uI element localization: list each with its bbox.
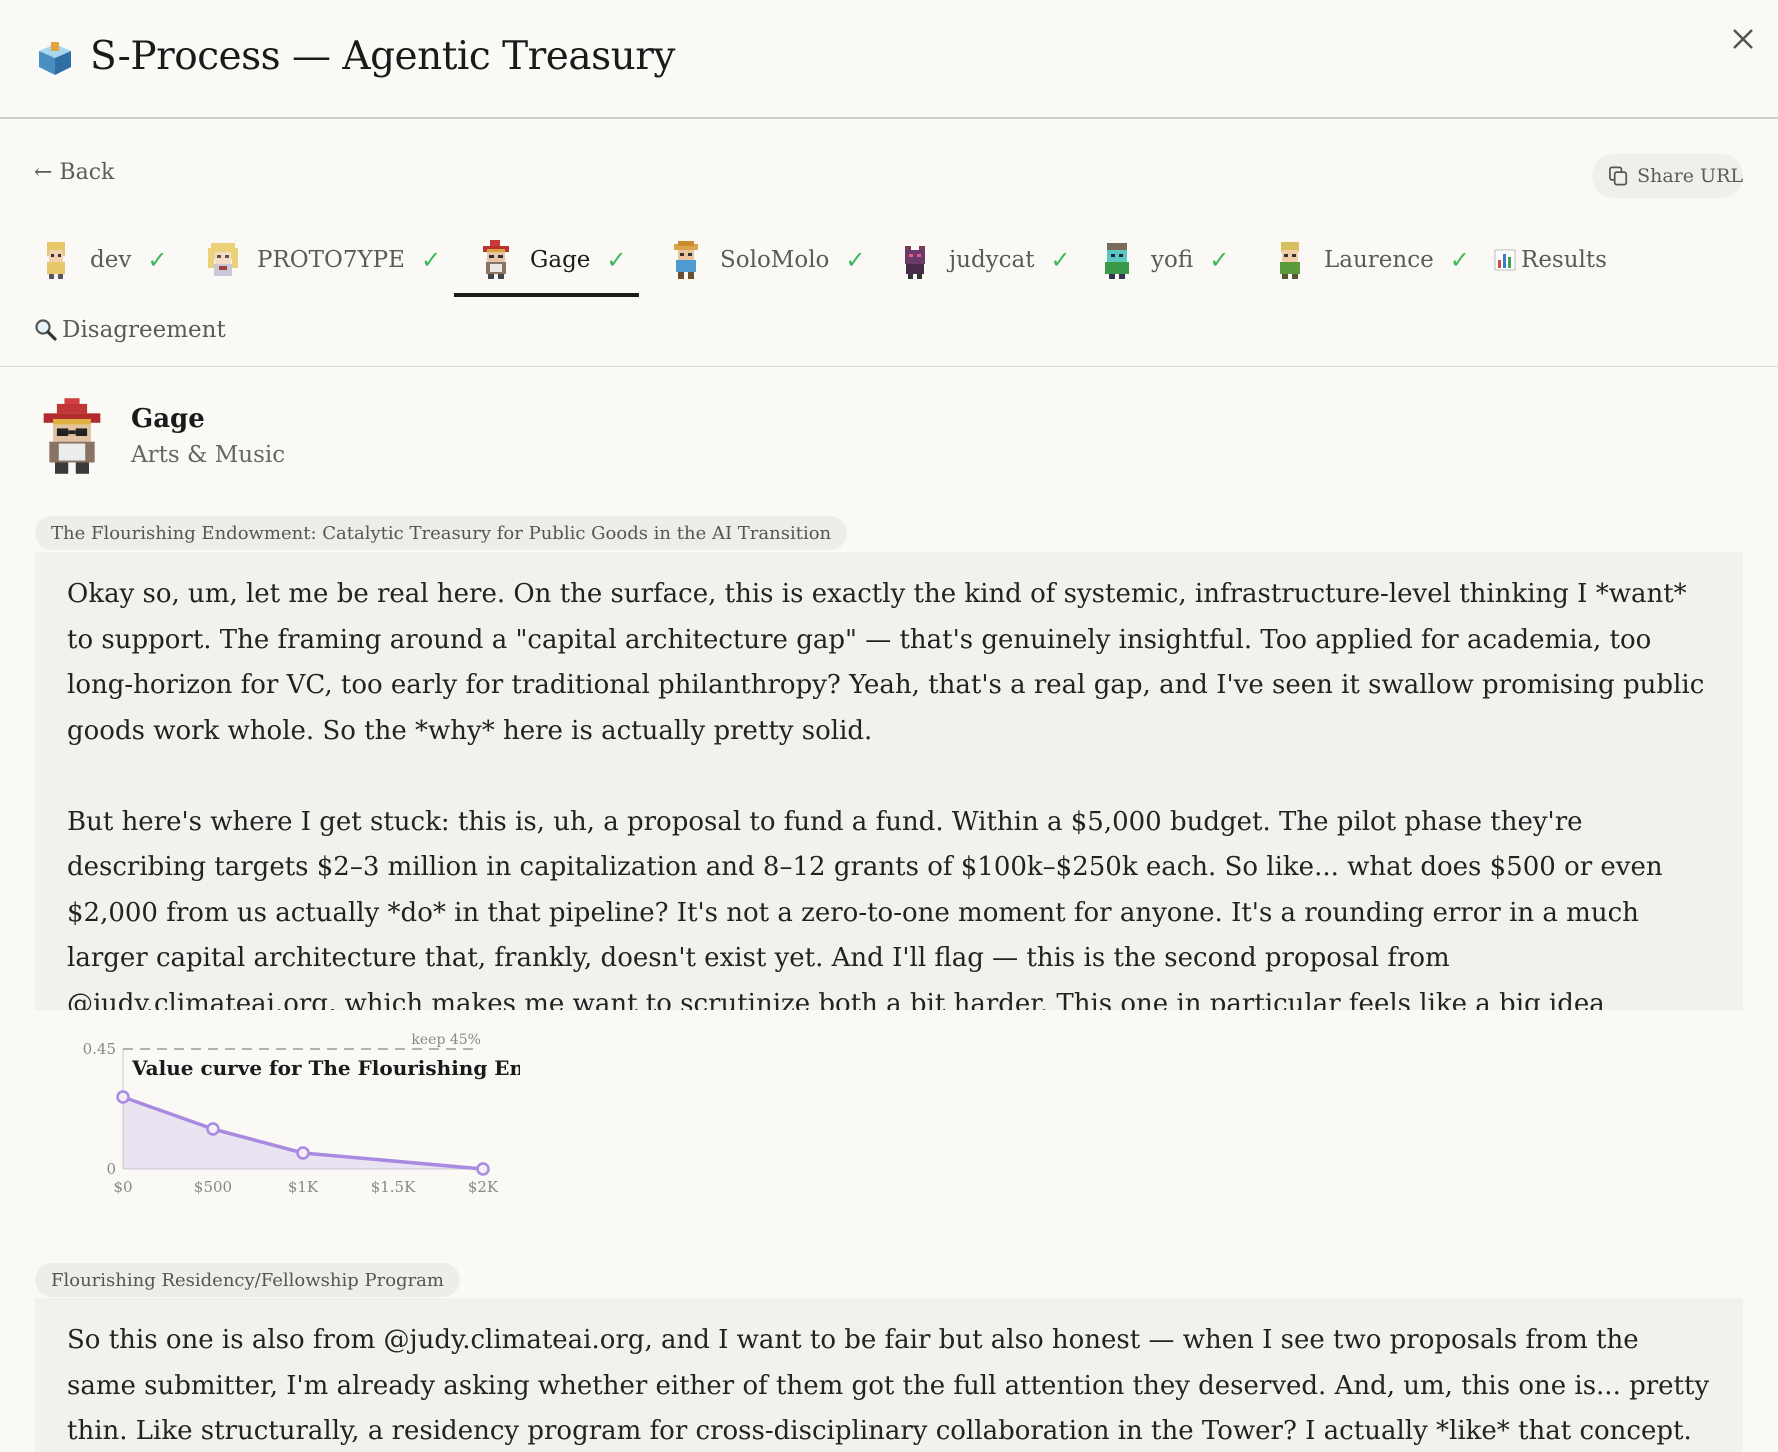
check-icon: ✓ (606, 246, 627, 274)
copy-icon (1609, 166, 1628, 186)
reference-line-label: keep 45% (411, 1032, 481, 1048)
chart-title: Value curve for The Flourishing Endow (131, 1056, 520, 1080)
review-paragraph: So this one is also from @judy.climateai… (67, 1325, 1710, 1446)
tab-label: Disagreement (62, 317, 226, 343)
review-paragraph: But here's where I get stuck: this is, u… (67, 806, 1663, 1011)
magnifier-icon (35, 319, 57, 341)
proposal-title-chip: The Flourishing Endowment: Catalytic Tre… (35, 516, 848, 550)
x-tick-label: $1K (288, 1178, 319, 1196)
check-icon: ✓ (147, 246, 168, 274)
bar-chart-icon (1494, 249, 1516, 271)
check-icon: ✓ (1209, 246, 1230, 274)
tab-gage[interactable]: Gage ✓ (478, 232, 627, 288)
pixel-avatar-judycat (905, 246, 925, 279)
value-curve-point (476, 1162, 490, 1176)
tab-label: Gage (530, 247, 591, 273)
check-icon: ✓ (1449, 246, 1470, 274)
tab-label: PROTO7YPE (257, 247, 405, 273)
value-curve-point (116, 1090, 130, 1104)
review-text: So this one is also from @judy.climateai… (35, 1298, 1743, 1452)
tab-yofi[interactable]: yofi ✓ (1099, 232, 1229, 288)
tab-dev[interactable]: dev ✓ (38, 232, 167, 288)
tabs-divider (0, 366, 1778, 367)
profile-avatar (43, 398, 101, 474)
pixel-avatar-dev (47, 242, 65, 279)
profile-category: Arts & Music (131, 442, 286, 468)
x-tick-label: $0 (113, 1178, 132, 1196)
pixel-avatar-proto7ype (208, 243, 238, 276)
x-tick-label: $2K (468, 1178, 499, 1196)
tab-laurence[interactable]: Laurence ✓ (1272, 232, 1470, 288)
check-icon: ✓ (420, 246, 442, 274)
y-tick-label: 0.45 (83, 1040, 116, 1058)
pixel-avatar-solomolo (674, 241, 698, 279)
back-button[interactable]: ← Back (34, 160, 114, 185)
tab-label: judycat (949, 247, 1035, 273)
profile-name: Gage (131, 404, 205, 434)
x-tick-label: $500 (194, 1178, 232, 1196)
check-icon: ✓ (845, 246, 866, 274)
x-tick-label: $1.5K (371, 1178, 416, 1196)
tab-results[interactable]: Results (1494, 232, 1607, 288)
share-url-button[interactable]: Share URL (1592, 154, 1743, 198)
value-curve-point (296, 1146, 310, 1160)
review-text: Okay so, um, let me be real here. On the… (35, 552, 1743, 1010)
value-curve-chart: keep 45% 0.45 0$0 $500 $1K $1.5K $2K Value curv… (83, 1032, 520, 1196)
value-curve-point (206, 1122, 220, 1136)
pixel-avatar-yofi (1105, 243, 1129, 279)
pixel-avatar-gage (483, 240, 509, 279)
active-tab-indicator (454, 293, 639, 297)
tab-label: Results (1521, 247, 1607, 273)
ballot-box-icon (39, 42, 71, 75)
tab-label: dev (90, 247, 132, 273)
tab-proto7ype[interactable]: PROTO7YPE ✓ (205, 232, 441, 288)
proposal-title-chip: Flourishing Residency/Fellowship Program (35, 1263, 460, 1297)
tab-disagreement[interactable]: Disagreement (34, 302, 226, 358)
review-paragraph: Okay so, um, let me be real here. On the… (67, 579, 1705, 746)
tab-label: Laurence (1324, 247, 1434, 273)
tab-label: yofi (1151, 247, 1194, 273)
tab-label: SoloMolo (720, 247, 830, 273)
y-tick-label: 0 (106, 1160, 116, 1178)
pixel-avatar-laurence (1280, 242, 1300, 279)
check-icon: ✓ (1050, 246, 1071, 274)
close-icon[interactable] (1726, 22, 1760, 56)
tab-judycat[interactable]: judycat ✓ (897, 232, 1071, 288)
tab-solomolo[interactable]: SoloMolo ✓ (668, 232, 866, 288)
app-title: S-Process — Agentic Treasury (90, 34, 675, 79)
app-header: S-Process — Agentic Treasury (0, 0, 1778, 119)
share-url-label: Share URL (1637, 165, 1743, 187)
